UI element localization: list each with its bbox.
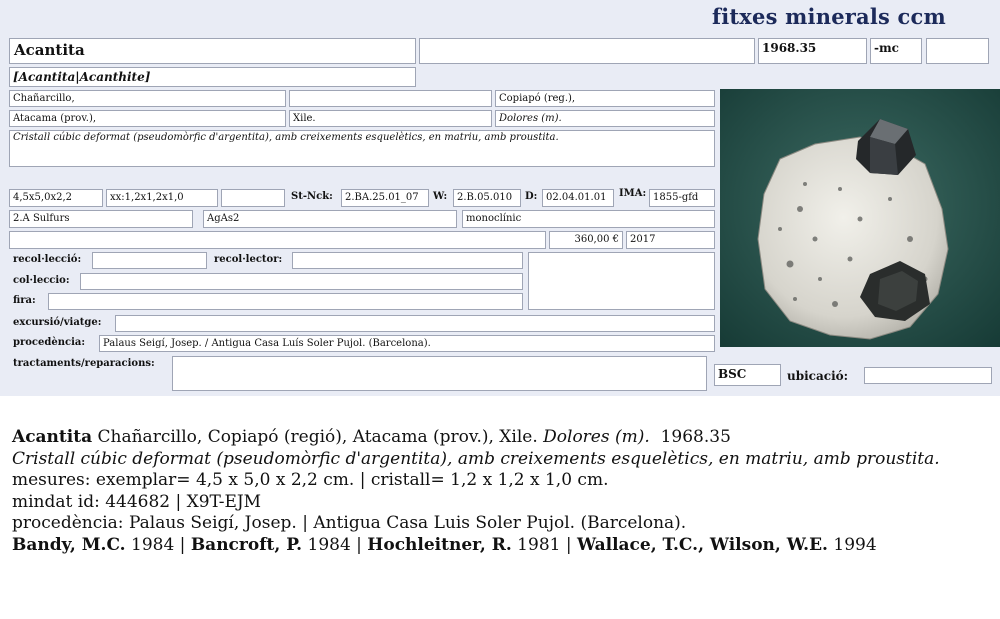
mineral-specimen-photo	[720, 89, 1000, 347]
formula-field[interactable]: AgAs2	[203, 210, 457, 228]
recol-lector-label: recol·lector:	[214, 254, 283, 265]
strunz-field[interactable]: 2.BA.25.01_07	[341, 189, 429, 207]
col-leccio-field[interactable]	[80, 273, 523, 290]
ref-author: Bandy, M.C.	[12, 534, 126, 555]
excursio-field[interactable]	[115, 315, 715, 332]
ubicacio-label: ubicació:	[787, 369, 849, 383]
fira-field[interactable]	[48, 293, 523, 310]
province-field[interactable]: Atacama (prov.),	[9, 110, 286, 127]
locality-2-field[interactable]	[289, 90, 492, 107]
side-box-field[interactable]	[528, 252, 715, 310]
year-field[interactable]: 2017	[626, 231, 715, 249]
number-field[interactable]: 1968.35	[758, 38, 867, 64]
mine-field[interactable]: Dolores (m).	[495, 110, 715, 127]
fira-label: fira:	[13, 295, 36, 306]
caption-description: Cristall cúbic deformat (pseudomòrfic d'…	[12, 448, 940, 469]
caption-mine: Dolores (m).	[543, 427, 650, 447]
recol-leccio-field[interactable]	[92, 252, 207, 269]
price-field[interactable]: 360,00 €	[549, 231, 623, 249]
ref-year: 1984 |	[302, 534, 368, 555]
name-field[interactable]: Acantita	[9, 38, 416, 64]
procedencia-label: procedència:	[13, 337, 86, 348]
caption-block: Acantita Chañarcillo, Copiapó (regió), A…	[12, 427, 987, 556]
class-field[interactable]: 2.A Sulfurs	[9, 210, 193, 228]
recol-leccio-label: recol·lecció:	[13, 254, 82, 265]
size-extra-field[interactable]	[221, 189, 285, 207]
recol-lector-field[interactable]	[292, 252, 523, 269]
excursio-label: excursió/viatge:	[13, 317, 102, 328]
ima-field[interactable]: 1855-gfd	[649, 189, 715, 207]
synonym-field[interactable]: [Acantita|Acanthite]	[9, 67, 416, 87]
ref-year: 1984 |	[125, 534, 191, 555]
ref-year: 1994	[827, 534, 877, 555]
caption-locality: Chañarcillo, Copiapó (regió), Atacama (p…	[92, 427, 544, 447]
suffix-extra-field[interactable]	[926, 38, 989, 64]
tractaments-label: tractaments/reparacions:	[13, 358, 155, 369]
locality-field[interactable]: Chañarcillo,	[9, 90, 286, 107]
caption-mineral-name: Acantita	[12, 427, 93, 447]
w-label: W:	[433, 191, 448, 202]
caption-references: Bandy, M.C. 1984 | Bancroft, P. 1984 | H…	[12, 535, 987, 557]
crystal-size-field[interactable]: xx:1,2x1,2x1,0	[106, 189, 218, 207]
w-field[interactable]: 2.B.05.010	[453, 189, 521, 207]
name-extra-field[interactable]	[419, 38, 755, 64]
brand-title: fitxes minerals ccm	[712, 4, 946, 29]
bsc-field[interactable]: BSC	[714, 364, 781, 386]
caption-title-line: Acantita Chañarcillo, Copiapó (regió), A…	[12, 427, 987, 449]
ref-year: 1981 |	[511, 534, 577, 555]
d-field[interactable]: 02.04.01.01	[542, 189, 614, 207]
caption-mindat: mindat id: 444682 | X9T-EJM	[12, 491, 262, 512]
suffix-field[interactable]: -mc	[870, 38, 922, 64]
strunz-label: St-Nck:	[291, 191, 333, 202]
size-field[interactable]: 4,5x5,0x2,2	[9, 189, 103, 207]
col-leccio-label: col·leccio:	[13, 275, 70, 286]
ref-author: Wallace, T.C., Wilson, W.E.	[576, 534, 828, 555]
d-label: D:	[525, 191, 538, 202]
caption-mesures: mesures: exemplar= 4,5 x 5,0 x 2,2 cm. |…	[12, 470, 609, 490]
ubicacio-field[interactable]	[864, 367, 992, 384]
description-field[interactable]: Cristall cúbic deformat (pseudomòrfic d'…	[9, 130, 715, 167]
region-field[interactable]: Copiapó (reg.),	[495, 90, 715, 107]
ref-author: Hochleitner, R.	[367, 534, 512, 555]
procedencia-field[interactable]: Palaus Seigí, Josep. / Antigua Casa Luís…	[99, 335, 715, 352]
country-field[interactable]: Xile.	[289, 110, 492, 127]
ref-author: Bancroft, P.	[190, 534, 303, 555]
mineral-record-card: fitxes minerals ccm Acantita 1968.35 -mc…	[0, 0, 1000, 396]
caption-procedencia: procedència: Palaus Seigí, Josep. | Anti…	[12, 513, 687, 533]
caption-number: 1968.35	[649, 427, 731, 447]
system-field[interactable]: monoclínic	[462, 210, 715, 228]
ima-label: IMA:	[619, 188, 647, 199]
notes-field[interactable]	[9, 231, 546, 249]
tractaments-field[interactable]	[172, 356, 707, 391]
